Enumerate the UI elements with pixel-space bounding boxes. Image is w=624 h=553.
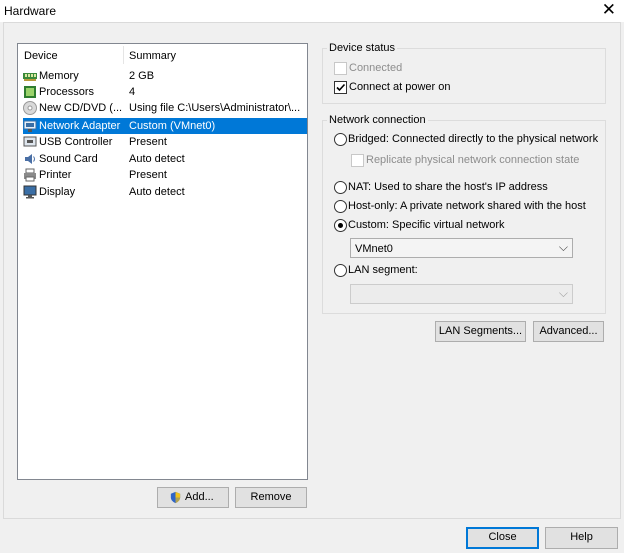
device-status-legend: Device status: [327, 42, 398, 54]
remove-button[interactable]: Remove: [235, 487, 307, 508]
shield-icon: [170, 491, 181, 504]
device-name: Display: [39, 186, 76, 198]
connected-label: Connected: [349, 62, 403, 74]
advanced-button[interactable]: Advanced...: [533, 321, 604, 342]
device-name: Sound Card: [39, 153, 98, 165]
close-button[interactable]: Close: [466, 527, 539, 549]
device-summary: 2 GB: [129, 70, 155, 82]
connect-at-power-on-checkbox[interactable]: [334, 81, 347, 94]
device-name: Printer: [39, 169, 72, 181]
custom-label: Custom: Specific virtual network: [348, 219, 505, 231]
bridged-label: Bridged: Connected directly to the physi…: [348, 133, 599, 145]
device-summary: Custom (VMnet0): [129, 120, 216, 132]
device-row-processors[interactable]: Processors 4: [23, 84, 307, 100]
add-button-label: Add...: [185, 491, 214, 503]
device-summary: Present: [129, 169, 167, 181]
radio-selected-dot: [338, 223, 343, 228]
bridged-radio[interactable]: [334, 133, 347, 146]
network-connection-legend: Network connection: [327, 114, 428, 126]
lan-segment-radio[interactable]: [334, 264, 347, 277]
device-row-sound-card[interactable]: Sound Card Auto detect: [23, 151, 307, 167]
custom-network-dropdown[interactable]: VMnet0 ⌵: [350, 238, 573, 258]
device-list-header: Device Summary: [18, 44, 307, 66]
nat-radio[interactable]: [334, 181, 347, 194]
custom-radio[interactable]: [334, 219, 347, 232]
device-name: New CD/DVD (...: [39, 102, 123, 114]
lan-segment-label: LAN segment:: [348, 264, 418, 276]
device-row-memory[interactable]: Memory 2 GB: [23, 68, 307, 84]
device-summary: 4: [129, 86, 136, 98]
column-header-summary[interactable]: Summary: [129, 50, 176, 62]
printer-icon: [24, 168, 36, 182]
device-summary: Auto detect: [129, 153, 185, 165]
connect-at-power-on-label: Connect at power on: [349, 81, 451, 93]
nat-label: NAT: Used to share the host's IP address: [348, 181, 548, 193]
window-title: Hardware: [4, 4, 57, 18]
device-row-network-adapter[interactable]: Network Adapter Custom (VMnet0): [23, 118, 307, 134]
device-status-group: [322, 48, 606, 104]
connected-checkbox[interactable]: [334, 62, 347, 75]
add-button[interactable]: Add...: [157, 487, 229, 508]
device-summary: Auto detect: [129, 186, 185, 198]
monitor-icon: [23, 185, 37, 199]
host-only-radio[interactable]: [334, 200, 347, 213]
cd-dvd-icon: [23, 101, 37, 115]
custom-network-value: VMnet0: [355, 243, 393, 255]
device-summary: Present: [129, 136, 167, 148]
help-button[interactable]: Help: [545, 527, 618, 549]
replicate-label: Replicate physical network connection st…: [366, 154, 580, 166]
network-adapter-icon: [23, 120, 37, 132]
column-separator[interactable]: [123, 46, 124, 64]
device-summary: Using file C:\Users\Administrator\...: [129, 102, 301, 114]
device-row-display[interactable]: Display Auto detect: [23, 184, 307, 200]
column-header-device[interactable]: Device: [24, 50, 58, 62]
close-icon[interactable]: ✕: [602, 1, 616, 19]
chevron-down-icon: ⌵: [558, 286, 568, 300]
lan-segment-dropdown[interactable]: ⌵: [350, 284, 573, 304]
memory-icon: [23, 73, 37, 81]
speaker-icon: [25, 154, 35, 164]
device-list[interactable]: Device Summary Memory 2 GB Processors 4 …: [17, 43, 308, 480]
processor-icon: [24, 86, 36, 98]
device-name: Memory: [39, 70, 79, 82]
device-row-cd-dvd[interactable]: New CD/DVD (... Using file C:\Users\Admi…: [23, 100, 307, 116]
lan-segments-button[interactable]: LAN Segments...: [435, 321, 526, 342]
device-name: USB Controller: [39, 136, 113, 148]
device-row-printer[interactable]: Printer Present: [23, 167, 307, 183]
checkmark-icon: [336, 83, 346, 92]
device-name: Processors: [39, 86, 95, 98]
title-bar: Hardware ✕: [0, 0, 624, 22]
chevron-down-icon: ⌵: [558, 240, 568, 254]
device-name: Network Adapter: [39, 120, 121, 132]
host-only-label: Host-only: A private network shared with…: [348, 200, 586, 212]
device-row-usb-controller[interactable]: USB Controller Present: [23, 134, 307, 150]
usb-icon: [23, 136, 37, 147]
replicate-checkbox[interactable]: [351, 154, 364, 167]
